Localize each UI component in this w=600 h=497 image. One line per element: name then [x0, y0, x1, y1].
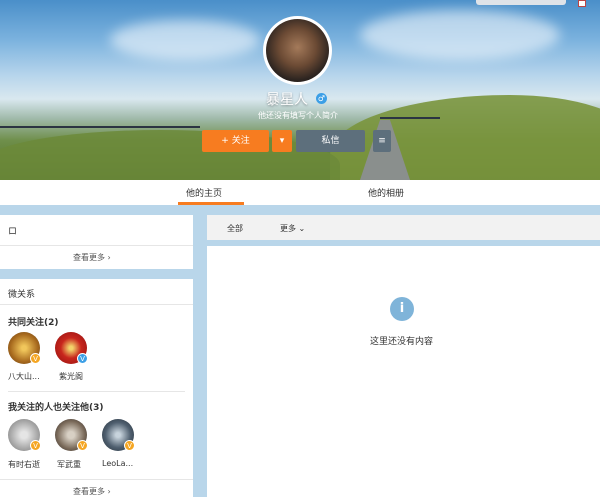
cover-cloud — [360, 10, 560, 60]
tab-album[interactable]: 他的相册 — [368, 186, 404, 199]
user-name[interactable]: 八大山... — [8, 371, 40, 382]
feed-content — [207, 246, 600, 497]
profile-name: 暴星人 — [266, 92, 308, 108]
top-corner-icon[interactable] — [578, 0, 586, 7]
top-search-bar[interactable] — [476, 0, 566, 5]
cover-fence — [380, 117, 440, 127]
divider — [0, 245, 193, 246]
more-menu-button[interactable]: ≡ — [373, 130, 391, 152]
verified-badge-icon: V — [124, 440, 135, 451]
caret-down-icon: ▾ — [279, 136, 285, 146]
divider — [8, 391, 185, 392]
verified-badge-icon: V — [77, 440, 88, 451]
see-more-link[interactable]: 查看更多 › — [73, 252, 111, 263]
empty-state-text: 这里还没有内容 — [370, 337, 434, 347]
filter-all[interactable]: 全部 — [227, 223, 243, 234]
avatar-image — [266, 19, 329, 82]
info-icon: i — [390, 297, 414, 321]
divider — [0, 479, 193, 480]
also-follow-title: 我关注的人也关注他(3) — [8, 403, 104, 413]
cover-fence — [0, 126, 200, 140]
divider — [0, 304, 193, 305]
follow-dropdown-button[interactable]: ▾ — [272, 130, 292, 152]
user-name[interactable]: 军武重 — [57, 459, 81, 470]
relations-title: 微关系 — [8, 290, 36, 300]
profile-tabs: 他的主页 他的相册 — [0, 180, 600, 205]
active-tab-indicator — [178, 202, 244, 205]
feed-filter-bar: 全部 更多 ⌄ — [207, 215, 600, 240]
user-name[interactable]: 紫光阁 — [59, 371, 83, 382]
cover-cloud — [110, 20, 260, 60]
box-title: ロ — [8, 227, 18, 237]
follow-button[interactable]: + 关注 — [202, 130, 269, 152]
user-name[interactable]: 有时右逝 — [8, 459, 40, 470]
profile-bio: 他还没有填写个人简介 — [258, 111, 338, 120]
male-icon: ♂ — [316, 93, 327, 104]
filter-more-dropdown[interactable]: 更多 ⌄ — [280, 223, 305, 234]
message-button[interactable]: 私信 — [296, 130, 365, 152]
menu-icon: ≡ — [378, 136, 386, 146]
verified-badge-icon: V — [30, 353, 41, 364]
relations-box: 微关系 共同关注(2) V 八大山... V 紫光阁 我关注的人也关注他(3) … — [0, 279, 193, 497]
verified-badge-icon: V — [77, 353, 88, 364]
user-name[interactable]: LeoLa... — [102, 459, 133, 468]
left-box-top: ロ 查看更多 › — [0, 215, 193, 269]
profile-avatar[interactable] — [263, 16, 332, 85]
see-more-link[interactable]: 查看更多 › — [73, 486, 111, 497]
verified-badge-icon: V — [30, 440, 41, 451]
tab-home[interactable]: 他的主页 — [186, 186, 222, 199]
mutual-follow-title: 共同关注(2) — [8, 318, 59, 328]
